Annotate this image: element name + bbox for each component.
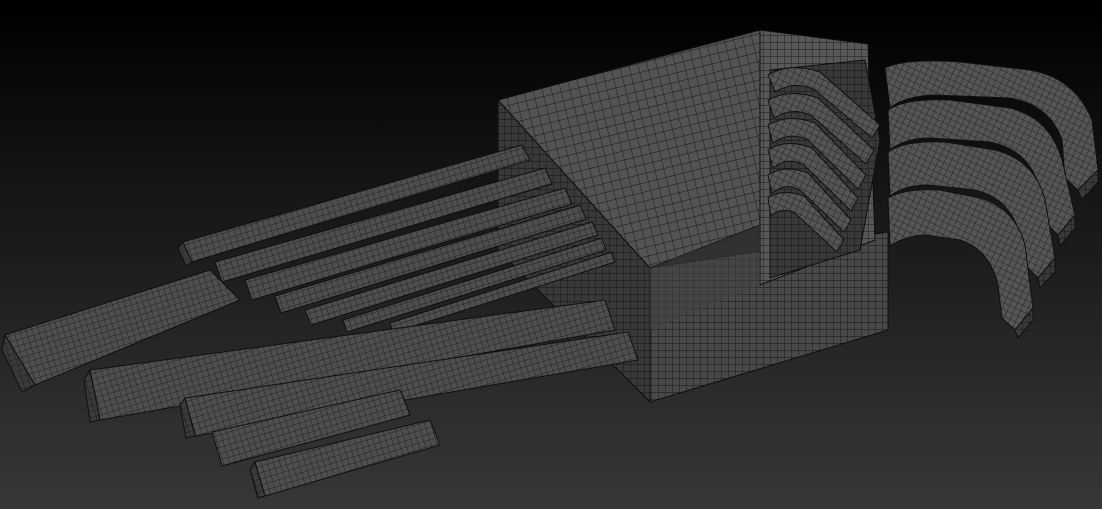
wireframe-render (0, 0, 1102, 509)
3d-viewport[interactable] (0, 0, 1102, 509)
viewport-shade (0, 0, 1102, 509)
